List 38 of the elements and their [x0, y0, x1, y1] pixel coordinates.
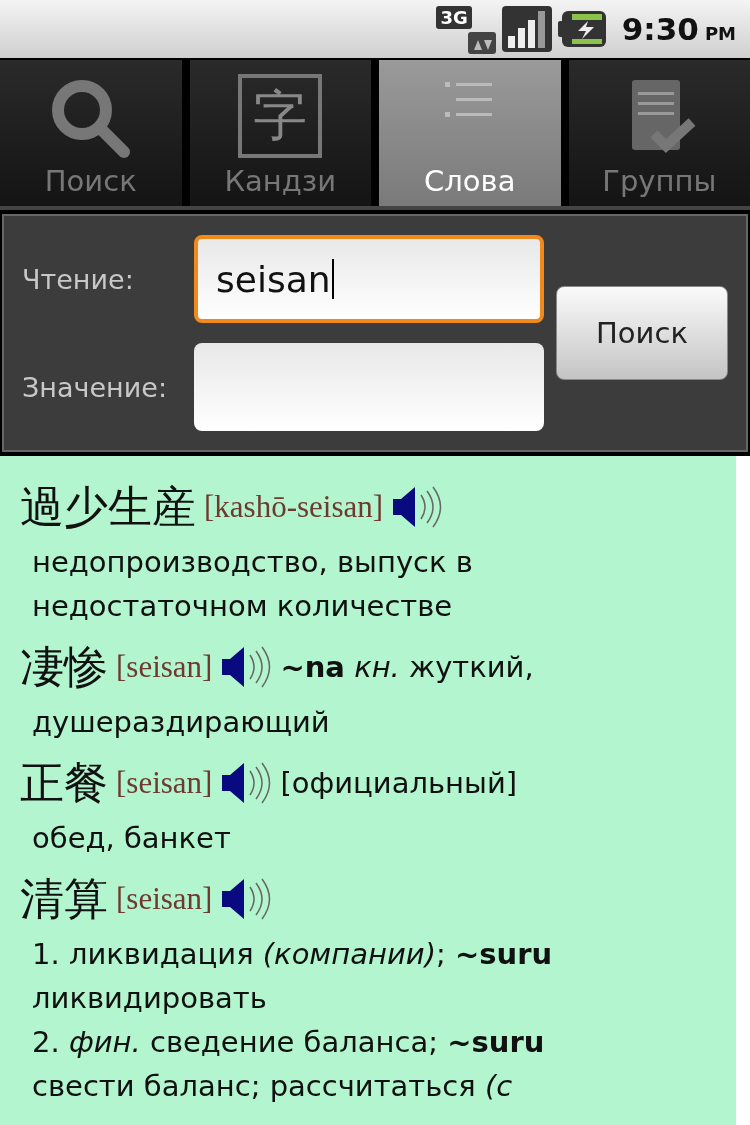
headword: 清算 [20, 871, 108, 926]
reading: [seisan] [116, 765, 213, 801]
definition-note: [официальный] [280, 766, 518, 800]
tab[interactable]: Группы [568, 60, 750, 206]
signal-icon [501, 6, 552, 52]
reading: [kashō-seisan] [204, 489, 384, 525]
definition-text: свести баланс; рассчитаться (с [31, 1068, 514, 1105]
speaker-icon[interactable] [220, 645, 273, 689]
network-label: 3G [436, 6, 472, 29]
speaker-icon[interactable] [220, 761, 273, 805]
speaker-icon[interactable] [391, 485, 444, 529]
tab[interactable]: 字 Кандзи [189, 60, 371, 206]
reading-field[interactable]: seisan [194, 235, 544, 323]
kanji-icon: 字 [238, 74, 323, 158]
tab[interactable]: Поиск [0, 60, 182, 206]
headword: 正餐 [20, 755, 108, 810]
speaker-icon[interactable] [220, 877, 273, 921]
definition-text: недостаточном количестве [31, 588, 454, 625]
definition-text: душераздирающий [31, 704, 331, 741]
definition-text: ликвидировать [31, 980, 268, 1017]
meaning-label: Значение: [22, 371, 168, 403]
definition-text: недопроизводство, выпуск в [31, 544, 474, 581]
definition-text: 1. ликвидация (компании); ~suru [31, 936, 554, 973]
headword: 過少生産 [20, 479, 196, 534]
definition-note: ~na кн. жуткий, [280, 650, 534, 684]
meaning-field[interactable] [194, 343, 544, 431]
reading-label: Чтение: [22, 263, 135, 295]
clock-period: PM [704, 22, 736, 44]
clock: 9:30 [621, 11, 699, 47]
battery-icon [557, 9, 608, 49]
tab[interactable]: Слова [379, 60, 561, 206]
definition-text: 2. фин. сведение баланса; ~suru [31, 1024, 546, 1061]
data-arrows-icon [467, 32, 496, 54]
search-button[interactable]: Поиск [556, 286, 728, 380]
definition-text: обед, банкет [31, 820, 232, 857]
headword: 凄惨 [20, 639, 108, 694]
reading: [seisan] [116, 881, 213, 917]
reading: [seisan] [116, 649, 213, 685]
